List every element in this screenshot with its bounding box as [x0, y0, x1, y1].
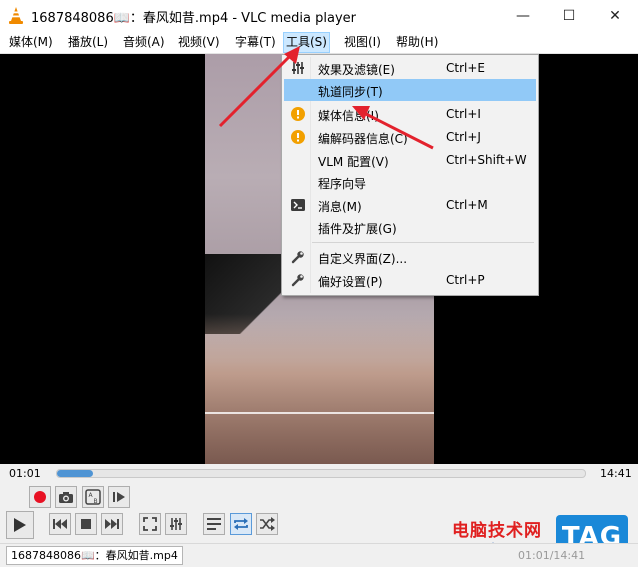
menu-video[interactable]: 视频(V) — [176, 34, 222, 51]
equalizer-icon — [290, 60, 306, 76]
watermark-text: 电脑技术网 — [452, 521, 542, 541]
terminal-icon — [290, 197, 306, 213]
menu-item-track-sync[interactable]: 轨道同步(T) — [284, 79, 536, 101]
snapshot-button[interactable] — [55, 486, 77, 508]
seek-progress — [57, 470, 94, 477]
wrench-icon — [290, 249, 306, 265]
video-hand-shape — [205, 314, 434, 464]
frame-step-icon — [113, 492, 125, 502]
menu-item-media-info[interactable]: 媒体信息(I) Ctrl+I — [284, 103, 536, 125]
wrench-icon — [290, 272, 306, 288]
playlist-button[interactable] — [203, 513, 225, 535]
loop-button[interactable] — [230, 513, 252, 535]
play-icon — [14, 518, 26, 532]
stop-icon — [81, 519, 91, 529]
menu-item-plugins[interactable]: 插件及扩展(G) — [284, 216, 536, 238]
menu-view[interactable]: 视图(I) — [342, 34, 383, 51]
loop-icon — [234, 518, 248, 530]
menu-item-label: VLM 配置(V) — [318, 155, 389, 169]
maximize-icon: ☐ — [562, 7, 576, 24]
menu-item-label: 消息(M) — [318, 200, 362, 214]
menu-item-label: 编解码器信息(C) — [318, 132, 408, 146]
record-button[interactable] — [29, 486, 51, 508]
equalizer-icon — [170, 518, 182, 530]
previous-icon — [53, 519, 67, 529]
menu-item-label: 媒体信息(I) — [318, 109, 379, 123]
menu-item-label: 偏好设置(P) — [318, 275, 383, 289]
menu-item-shortcut: Ctrl+M — [446, 198, 488, 212]
menu-item-label: 效果及滤镜(E) — [318, 63, 395, 77]
menu-item-shortcut: Ctrl+Shift+W — [446, 153, 527, 167]
next-button[interactable] — [101, 513, 123, 535]
fullscreen-icon — [143, 517, 157, 531]
menu-audio[interactable]: 音频(A) — [121, 34, 167, 51]
menu-media[interactable]: 媒体(M) — [7, 34, 55, 51]
menu-item-shortcut: Ctrl+P — [446, 273, 485, 287]
tools-menu: 效果及滤镜(E) Ctrl+E 轨道同步(T) 媒体信息(I) Ctrl+I 编… — [281, 54, 539, 296]
svg-text:B: B — [94, 498, 98, 505]
video-frame-seam — [205, 412, 434, 414]
previous-button[interactable] — [49, 513, 71, 535]
minimize-button[interactable]: — — [500, 0, 546, 31]
frame-step-button[interactable] — [108, 486, 130, 508]
play-button[interactable] — [6, 511, 34, 539]
camera-icon — [59, 491, 73, 503]
next-icon — [105, 519, 119, 529]
menu-bar: 媒体(M) 播放(L) 音频(A) 视频(V) 字幕(T) 工具(S) 视图(I… — [0, 31, 638, 54]
fullscreen-button[interactable] — [139, 513, 161, 535]
menu-item-effects[interactable]: 效果及滤镜(E) Ctrl+E — [284, 57, 536, 79]
status-filename: 1687848086📖：春风如昔.mp4 — [6, 546, 183, 565]
menu-item-customize[interactable]: 自定义界面(Z)... — [284, 246, 536, 268]
info-icon — [290, 106, 306, 122]
loop-ab-icon: AB — [85, 489, 101, 505]
shuffle-button[interactable] — [256, 513, 278, 535]
loop-ab-button[interactable]: AB — [82, 486, 104, 508]
close-button[interactable]: ✕ — [592, 0, 638, 31]
menu-item-label: 插件及扩展(G) — [318, 222, 397, 236]
window-title: 1687848086📖：春风如昔.mp4 - VLC media player — [31, 11, 357, 26]
stop-button[interactable] — [75, 513, 97, 535]
seek-slider[interactable] — [56, 469, 586, 478]
playlist-icon — [207, 518, 221, 530]
menu-item-wizard[interactable]: 程序向导 — [284, 171, 536, 193]
total-time: 14:41 — [600, 467, 632, 480]
menu-item-preferences[interactable]: 偏好设置(P) Ctrl+P — [284, 269, 536, 291]
menu-item-label: 轨道同步(T) — [318, 85, 383, 99]
status-time: 01:01/14:41 — [518, 549, 586, 562]
menu-item-shortcut: Ctrl+E — [446, 61, 485, 75]
shuffle-icon — [260, 517, 275, 531]
menu-item-messages[interactable]: 消息(M) Ctrl+M — [284, 194, 536, 216]
menu-item-codec-info[interactable]: 编解码器信息(C) Ctrl+J — [284, 126, 536, 148]
close-icon: ✕ — [609, 7, 621, 24]
menu-separator — [312, 242, 534, 243]
menu-playback[interactable]: 播放(L) — [66, 34, 110, 51]
menu-item-label: 自定义界面(Z)... — [318, 252, 408, 266]
maximize-button[interactable]: ☐ — [546, 0, 592, 31]
info-icon — [290, 129, 306, 145]
menu-item-shortcut: Ctrl+J — [446, 130, 481, 144]
menu-item-vlm-config[interactable]: VLM 配置(V) Ctrl+Shift+W — [284, 149, 536, 171]
record-icon — [34, 491, 46, 503]
menu-item-label: 程序向导 — [318, 177, 367, 191]
elapsed-time: 01:01 — [9, 467, 41, 480]
extended-settings-button[interactable] — [165, 513, 187, 535]
status-bar: 1687848086📖：春风如昔.mp4 01:01/14:41 — [0, 543, 638, 567]
menu-item-shortcut: Ctrl+I — [446, 107, 481, 121]
minimize-icon: — — [516, 7, 530, 24]
menu-help[interactable]: 帮助(H) — [394, 34, 440, 51]
menu-subtitle[interactable]: 字幕(T) — [233, 34, 278, 51]
vlc-cone-icon — [9, 7, 23, 24]
title-bar: 1687848086📖：春风如昔.mp4 - VLC media player … — [0, 0, 638, 31]
menu-tools[interactable]: 工具(S) — [283, 32, 330, 53]
